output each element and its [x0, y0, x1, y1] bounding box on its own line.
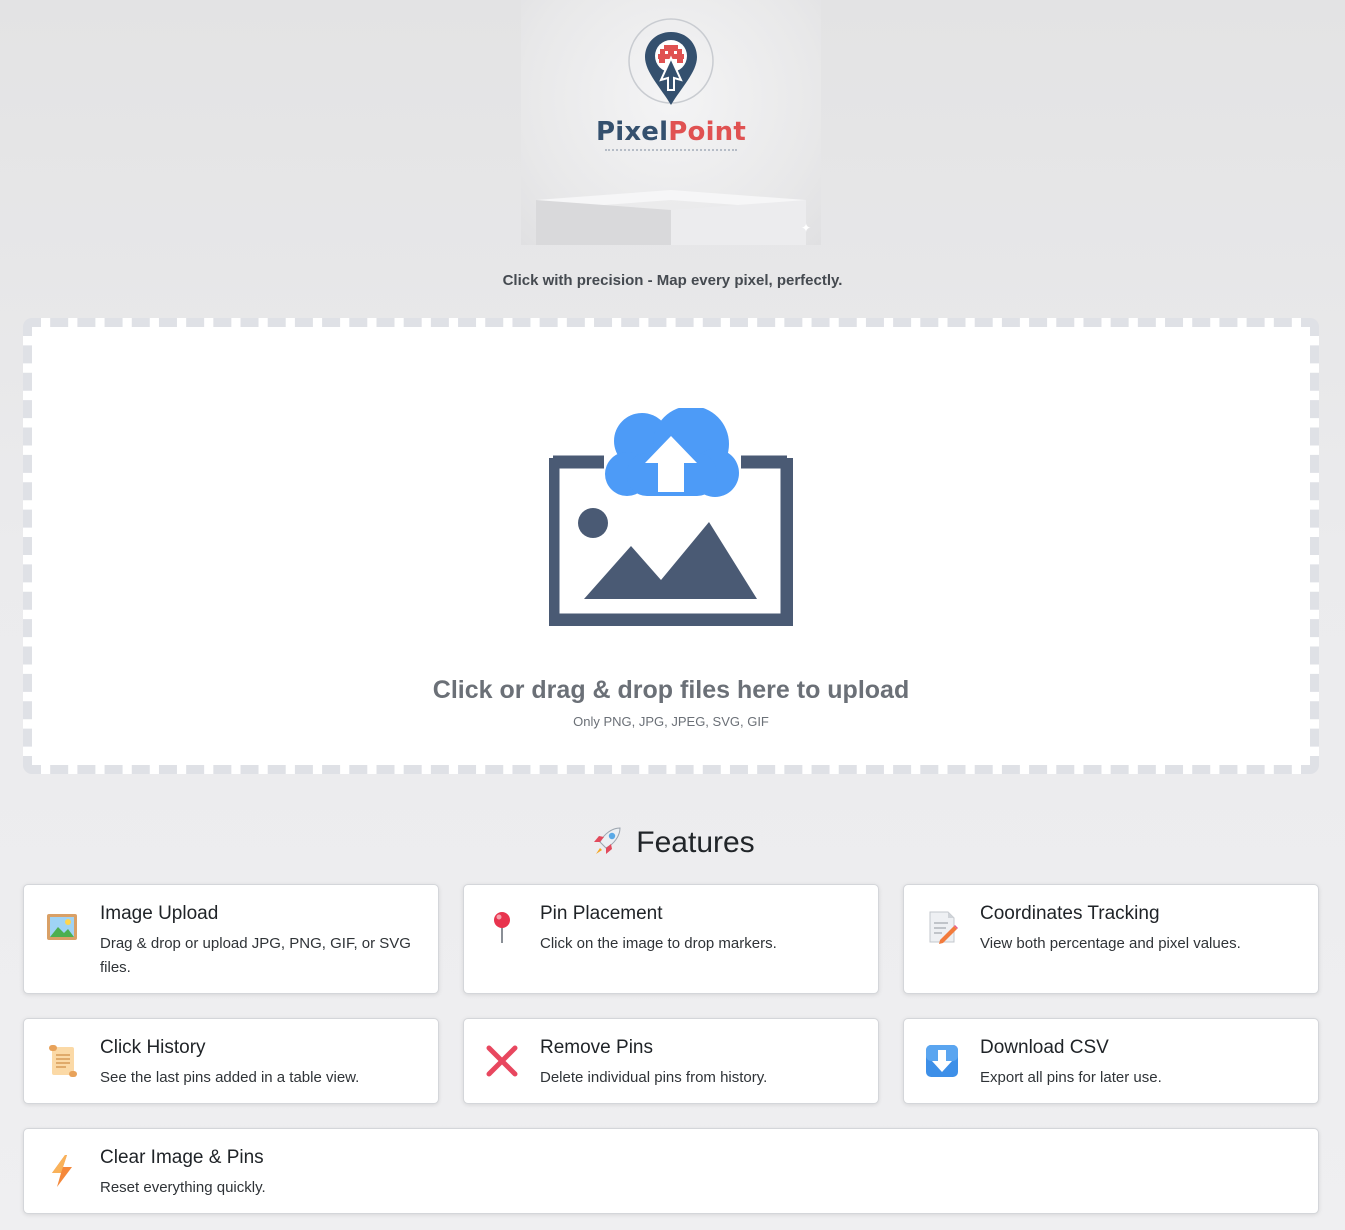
- feature-card-image-upload: Image Upload Drag & drop or upload JPG, …: [23, 884, 439, 994]
- rocket-icon: [594, 827, 621, 854]
- features-heading: Features: [0, 824, 1345, 860]
- memo-icon: [929, 911, 958, 944]
- feature-card-click-history: Click History See the last pins added in…: [23, 1018, 439, 1104]
- pushpin-icon: [494, 912, 510, 943]
- feature-desc: Drag & drop or upload JPG, PNG, GIF, or …: [100, 935, 411, 976]
- cross-mark-icon: [486, 1045, 518, 1077]
- feature-title: Image Upload: [100, 903, 219, 924]
- down-arrow-icon: [926, 1045, 958, 1077]
- image-upload-icon: [549, 408, 793, 626]
- framed-picture-icon: [47, 914, 77, 940]
- brand-underline: [605, 149, 737, 151]
- brand-name: PixelPoint: [521, 117, 821, 147]
- feature-card-coordinates-tracking: Coordinates Tracking View both percentag…: [903, 884, 1319, 994]
- feature-desc: See the last pins added in a table view.: [100, 1069, 360, 1086]
- feature-desc: Delete individual pins from history.: [540, 1069, 768, 1086]
- feature-title: Download CSV: [980, 1037, 1109, 1058]
- tagline: Click with precision - Map every pixel, …: [502, 272, 843, 289]
- feature-desc: Export all pins for later use.: [980, 1069, 1162, 1086]
- feature-card-download-csv: Download CSV Export all pins for later u…: [903, 1018, 1319, 1104]
- upload-title: Click or drag & drop files here to uploa…: [432, 676, 910, 704]
- feature-desc: View both percentage and pixel values.: [980, 935, 1241, 952]
- brand-name-part2: Point: [668, 117, 747, 147]
- feature-title: Coordinates Tracking: [980, 903, 1160, 924]
- feature-title: Remove Pins: [540, 1037, 653, 1058]
- features-heading-text: Features: [636, 826, 755, 859]
- feature-card-clear-image-pins: Clear Image & Pins Reset everything quic…: [23, 1128, 1319, 1214]
- lightning-icon: [52, 1155, 72, 1187]
- logo: ✦ PixelPoint: [521, 0, 821, 245]
- feature-title: Clear Image & Pins: [100, 1147, 264, 1168]
- upload-dropzone[interactable]: Click or drag & drop files here to uploa…: [23, 318, 1319, 774]
- upload-formats-hint: Only PNG, JPG, JPEG, SVG, GIF: [573, 714, 769, 729]
- brand-name-part1: Pixel: [595, 117, 669, 147]
- feature-card-pin-placement: Pin Placement Click on the image to drop…: [463, 884, 879, 994]
- feature-title: Click History: [100, 1037, 206, 1058]
- feature-card-remove-pins: Remove Pins Delete individual pins from …: [463, 1018, 879, 1104]
- scroll-icon: [49, 1045, 77, 1077]
- svg-text:✦: ✦: [801, 221, 811, 235]
- feature-title: Pin Placement: [540, 903, 663, 924]
- feature-desc: Reset everything quickly.: [100, 1179, 266, 1196]
- feature-desc: Click on the image to drop markers.: [540, 935, 777, 952]
